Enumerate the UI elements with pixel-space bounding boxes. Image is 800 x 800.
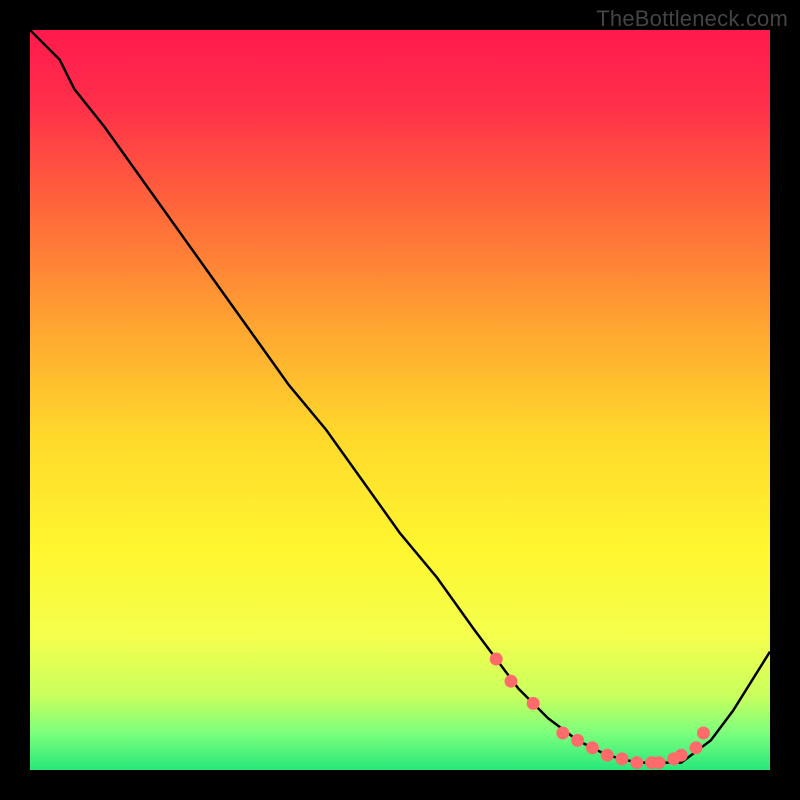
highlight-point [490,653,503,666]
highlight-point [630,756,643,769]
bottleneck-chart [30,30,770,770]
highlight-point [653,756,666,769]
gradient-background [30,30,770,770]
highlight-point [586,741,599,754]
highlight-point [556,727,569,740]
highlight-point [527,697,540,710]
highlight-point [505,675,518,688]
chart-frame [30,30,770,770]
highlight-point [690,741,703,754]
highlight-point [697,727,710,740]
highlight-point [616,752,629,765]
highlight-point [571,734,584,747]
highlight-point [601,749,614,762]
highlight-point [675,749,688,762]
watermark-text: TheBottleneck.com [596,6,788,32]
